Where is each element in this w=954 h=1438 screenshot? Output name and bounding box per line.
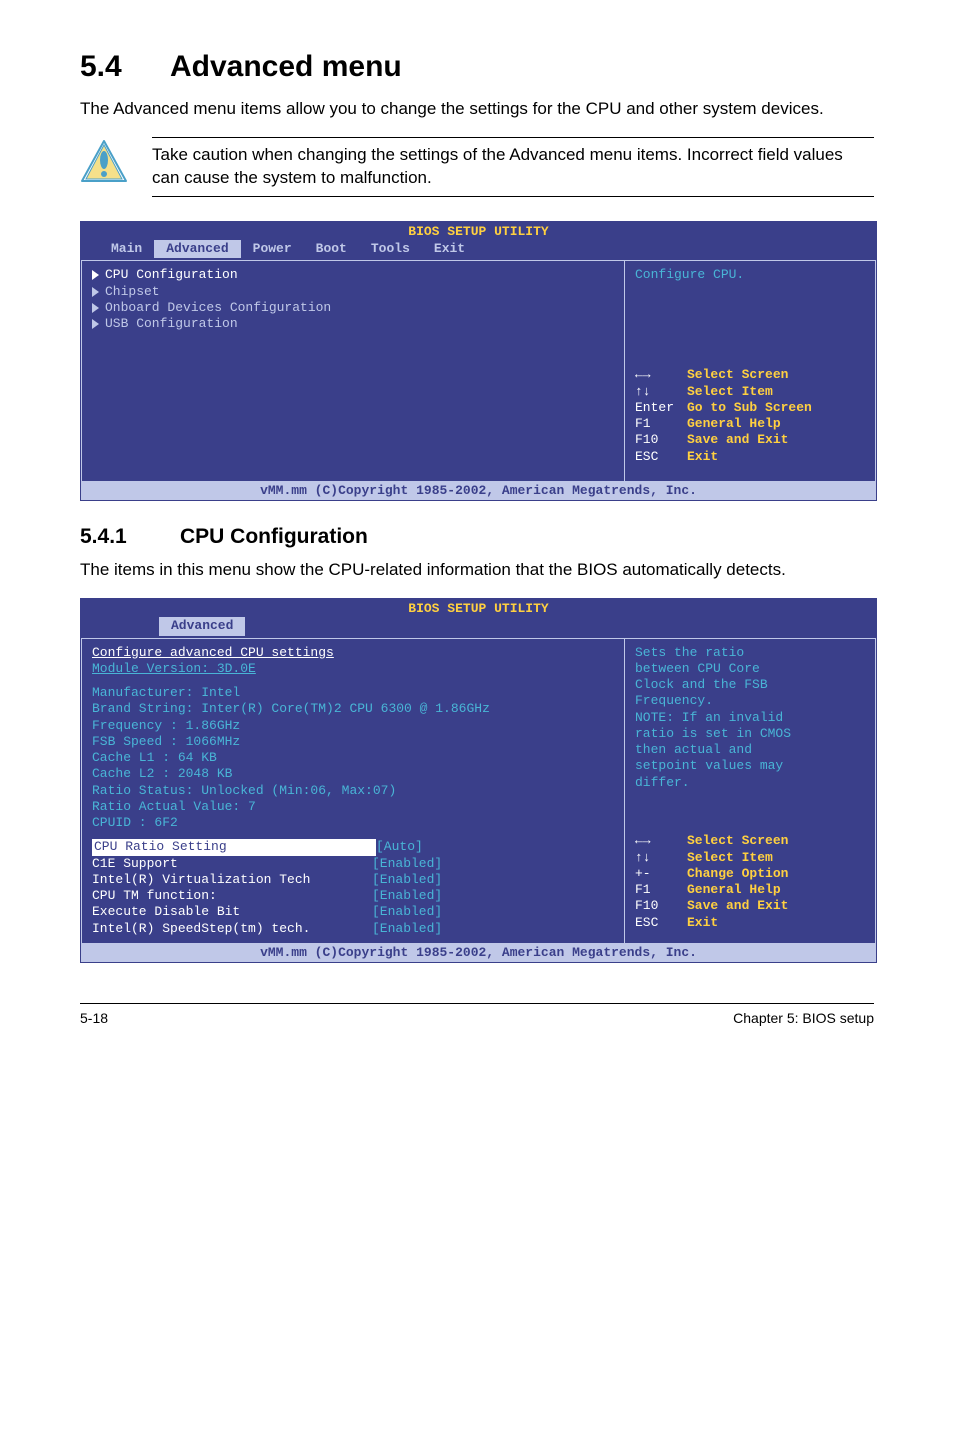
section-title-text: Advanced menu [170, 50, 402, 83]
bios-title: BIOS SETUP UTILITY [81, 222, 876, 240]
help-line: NOTE: If an invalid [635, 710, 865, 726]
option-virtualization-tech: Intel(R) Virtualization Tech[Enabled] [92, 872, 614, 888]
bios-help-text: Configure CPU. [635, 267, 865, 283]
cpu-info-line: Ratio Actual Value: 7 [92, 799, 614, 815]
bios-footer: vMM.mm (C)Copyright 1985-2002, American … [81, 944, 876, 962]
menu-item-usb-configuration: USB Configuration [92, 316, 614, 332]
subsection-heading: 5.4.1CPU Configuration [80, 525, 874, 549]
module-version: Module Version: 3D.0E [92, 661, 614, 677]
help-line: ratio is set in CMOS [635, 726, 865, 742]
cpu-info-line: CPUID : 6F2 [92, 815, 614, 831]
option-c1e-support: C1E Support[Enabled] [92, 856, 614, 872]
section-number: 5.4 [80, 50, 170, 84]
menu-item-cpu-configuration: CPU Configuration [92, 267, 614, 283]
subsection-intro: The items in this menu show the CPU-rela… [80, 559, 874, 582]
bios-title: BIOS SETUP UTILITY [81, 599, 876, 617]
bios-screenshot-advanced-menu: BIOS SETUP UTILITY Main Advanced Power B… [80, 221, 877, 501]
cpu-info-line: FSB Speed : 1066MHz [92, 734, 614, 750]
option-cpu-ratio-setting: CPU Ratio Setting[Auto] [92, 839, 614, 855]
note-block: Take caution when changing the settings … [80, 137, 874, 197]
subsection-number: 5.4.1 [80, 525, 180, 549]
page-number: 5-18 [80, 1010, 108, 1026]
bios-tab-bar: Advanced [81, 617, 876, 637]
bios-tab-main: Main [99, 240, 154, 258]
cpu-info-line: Cache L2 : 2048 KB [92, 766, 614, 782]
help-line: setpoint values may [635, 758, 865, 774]
triangle-icon [92, 319, 99, 329]
cpu-info-line: Ratio Status: Unlocked (Min:06, Max:07) [92, 783, 614, 799]
bios-screenshot-cpu-configuration: BIOS SETUP UTILITY Advanced Configure ad… [80, 598, 877, 963]
bios-tab-exit: Exit [422, 240, 477, 258]
help-line: between CPU Core [635, 661, 865, 677]
section-heading: 5.4Advanced menu [80, 50, 874, 84]
help-line: Frequency. [635, 693, 865, 709]
bios-right-pane: Configure CPU. ←→Select Screen ↑↓Select … [624, 260, 876, 482]
chapter-label: Chapter 5: BIOS setup [733, 1010, 874, 1026]
help-line: differ. [635, 775, 865, 791]
option-speedstep-tech: Intel(R) SpeedStep(tm) tech.[Enabled] [92, 921, 614, 937]
menu-item-chipset: Chipset [92, 284, 614, 300]
option-cpu-tm-function: CPU TM function:[Enabled] [92, 888, 614, 904]
section-intro: The Advanced menu items allow you to cha… [80, 98, 874, 121]
subsection-title-text: CPU Configuration [180, 525, 368, 548]
cpu-info-line: Cache L1 : 64 KB [92, 750, 614, 766]
bios-tab-tools: Tools [359, 240, 422, 258]
bios-key-legend: ←→Select Screen ↑↓Select Item EnterGo to… [635, 367, 865, 465]
bios-footer: vMM.mm (C)Copyright 1985-2002, American … [81, 482, 876, 500]
bios-tab-advanced: Advanced [154, 240, 240, 258]
option-execute-disable-bit: Execute Disable Bit[Enabled] [92, 904, 614, 920]
menu-item-onboard-devices: Onboard Devices Configuration [92, 300, 614, 316]
bios-tab-advanced: Advanced [159, 617, 245, 635]
bios-left-pane: CPU Configuration Chipset Onboard Device… [81, 260, 624, 482]
bios-left-pane: Configure advanced CPU settings Module V… [81, 638, 624, 944]
cpu-info-line: Frequency : 1.86GHz [92, 718, 614, 734]
help-line: Sets the ratio [635, 645, 865, 661]
bios-tab-boot: Boot [304, 240, 359, 258]
triangle-icon [92, 303, 99, 313]
triangle-icon [92, 270, 99, 280]
note-text: Take caution when changing the settings … [152, 145, 843, 187]
triangle-icon [92, 287, 99, 297]
cpu-info-line: Manufacturer: Intel [92, 685, 614, 701]
help-line: then actual and [635, 742, 865, 758]
bios-tab-bar: Main Advanced Power Boot Tools Exit [81, 240, 876, 260]
help-line: Clock and the FSB [635, 677, 865, 693]
page-footer: 5-18 Chapter 5: BIOS setup [80, 1003, 874, 1026]
bios-tab-power: Power [241, 240, 304, 258]
cpu-info-line: Brand String: Inter(R) Core(TM)2 CPU 630… [92, 701, 614, 717]
bios-key-legend: ←→Select Screen ↑↓Select Item +-Change O… [635, 833, 865, 931]
cpu-settings-heading: Configure advanced CPU settings [92, 645, 334, 661]
caution-icon [80, 137, 128, 190]
bios-right-pane: Sets the ratio between CPU Core Clock an… [624, 638, 876, 944]
